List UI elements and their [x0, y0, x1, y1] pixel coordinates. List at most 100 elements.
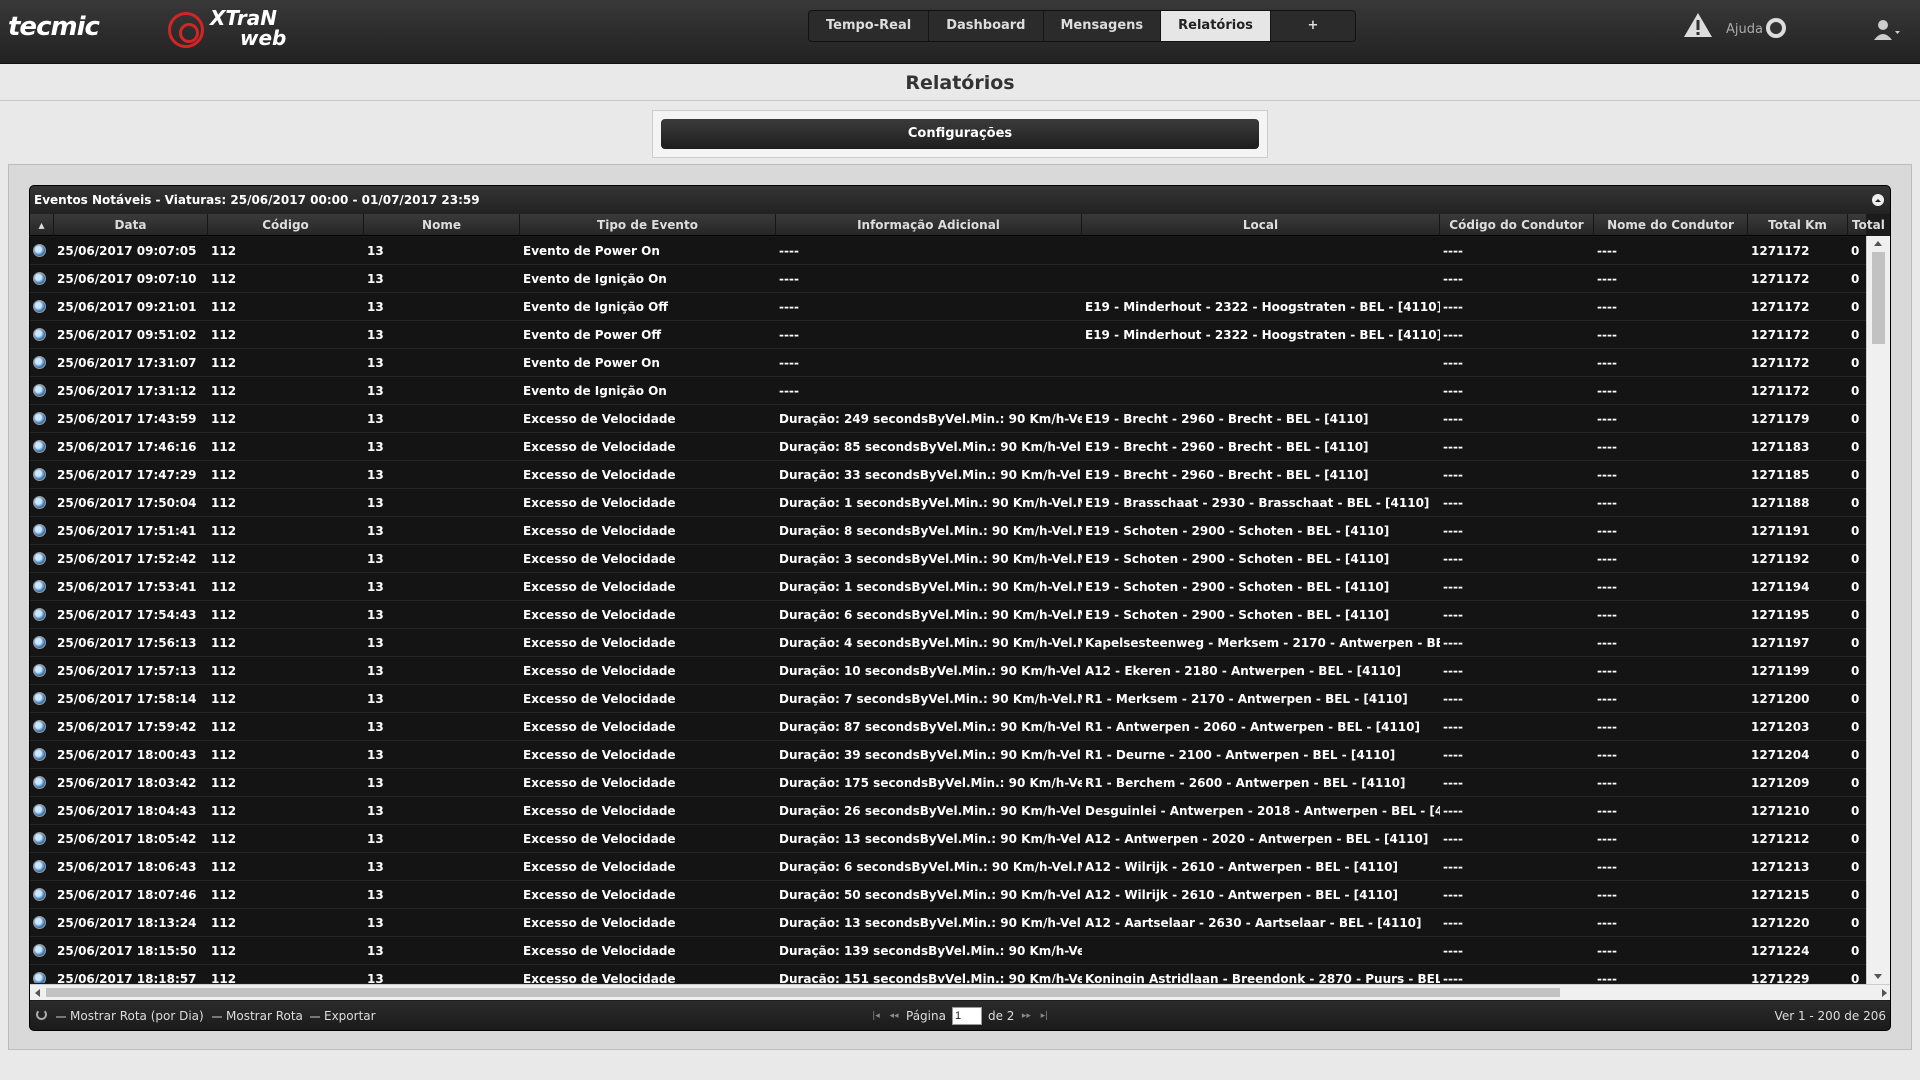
scroll-left-icon[interactable]	[35, 989, 40, 997]
column-header-driver-name[interactable]: Nome do Condutor	[1594, 214, 1748, 236]
magnifier-icon[interactable]	[33, 664, 46, 677]
column-header-code[interactable]: Código	[208, 214, 364, 236]
table-row[interactable]: 25/06/2017 17:43:59 112 13 Excesso de Veloc…	[30, 405, 1866, 433]
table-row[interactable]: 25/06/2017 17:53:41 112 13 Excesso de Veloc…	[30, 573, 1866, 601]
column-header-extra-info[interactable]: Informação Adicional	[776, 214, 1082, 236]
magnifier-icon[interactable]	[33, 860, 46, 873]
magnifier-icon[interactable]	[33, 384, 46, 397]
column-header-name[interactable]: Nome	[364, 214, 520, 236]
cell-event-type: Excesso de Velocidade	[523, 580, 676, 594]
user-menu-icon[interactable]	[1873, 18, 1901, 42]
cell-code: 112	[211, 244, 237, 258]
magnifier-icon[interactable]	[33, 888, 46, 901]
next-page-icon[interactable]: ▸▸	[1020, 1011, 1032, 1021]
prev-page-icon[interactable]: ◂◂	[888, 1011, 900, 1021]
table-row[interactable]: 25/06/2017 18:00:43 112 13 Excesso de Veloc…	[30, 741, 1866, 769]
refresh-icon[interactable]	[36, 1009, 47, 1020]
table-row[interactable]: 25/06/2017 17:31:07 112 13 Evento de Power …	[30, 349, 1866, 377]
magnifier-icon[interactable]	[33, 496, 46, 509]
magnifier-icon[interactable]	[33, 692, 46, 705]
scroll-right-icon[interactable]	[1882, 989, 1887, 997]
column-header-event-type[interactable]: Tipo de Evento	[520, 214, 776, 236]
tab-mensagens[interactable]: Mensagens	[1044, 11, 1162, 41]
magnifier-icon[interactable]	[33, 916, 46, 929]
magnifier-icon[interactable]	[33, 580, 46, 593]
scroll-down-icon[interactable]	[1874, 974, 1882, 979]
scroll-up-icon[interactable]	[1874, 241, 1882, 246]
column-header-total-km[interactable]: Total Km	[1748, 214, 1848, 236]
tab-tempo-real[interactable]: Tempo-Real	[809, 11, 930, 41]
cell-event-type: Excesso de Velocidade	[523, 412, 676, 426]
help-link[interactable]: Ajuda	[1726, 22, 1763, 37]
cell-location: R1 - Deurne - 2100 - Antwerpen - BEL - […	[1085, 748, 1396, 762]
table-row[interactable]: 25/06/2017 17:50:04 112 13 Excesso de Veloc…	[30, 489, 1866, 517]
magnifier-icon[interactable]	[33, 244, 46, 257]
table-row[interactable]: 25/06/2017 17:56:13 112 13 Excesso de Veloc…	[30, 629, 1866, 657]
table-row[interactable]: 25/06/2017 17:51:41 112 13 Excesso de Veloc…	[30, 517, 1866, 545]
export-button[interactable]: Exportar	[310, 1009, 376, 1023]
table-row[interactable]: 25/06/2017 17:46:16 112 13 Excesso de Veloc…	[30, 433, 1866, 461]
magnifier-icon[interactable]	[33, 944, 46, 957]
table-row[interactable]: 25/06/2017 17:57:13 112 13 Excesso de Veloc…	[30, 657, 1866, 685]
magnifier-icon[interactable]	[33, 776, 46, 789]
table-row[interactable]: 25/06/2017 18:15:50 112 13 Excesso de Veloc…	[30, 937, 1866, 965]
table-row[interactable]: 25/06/2017 17:52:42 112 13 Excesso de Veloc…	[30, 545, 1866, 573]
config-button[interactable]: Configurações	[661, 119, 1259, 149]
magnifier-icon[interactable]	[33, 300, 46, 313]
magnifier-icon[interactable]	[33, 272, 46, 285]
cell-name: 13	[367, 272, 384, 286]
magnifier-icon[interactable]	[33, 524, 46, 537]
tab-relatorios[interactable]: Relatórios	[1161, 11, 1271, 41]
column-header-date[interactable]: Data	[54, 214, 208, 236]
magnifier-icon[interactable]	[33, 440, 46, 453]
table-row[interactable]: 25/06/2017 18:04:43 112 13 Excesso de Veloc…	[30, 797, 1866, 825]
table-row[interactable]: 25/06/2017 17:47:29 112 13 Excesso de Veloc…	[30, 461, 1866, 489]
column-header-location[interactable]: Local	[1082, 214, 1440, 236]
page-input[interactable]	[951, 1007, 982, 1025]
magnifier-icon[interactable]	[33, 832, 46, 845]
magnifier-icon[interactable]	[33, 412, 46, 425]
magnifier-icon[interactable]	[33, 356, 46, 369]
magnifier-icon[interactable]	[33, 608, 46, 621]
sort-arrows-icon[interactable]: ▴	[30, 214, 54, 236]
tab-add[interactable]: +	[1271, 11, 1355, 41]
magnifier-icon[interactable]	[33, 328, 46, 341]
hscroll-thumb[interactable]	[46, 988, 1560, 997]
magnifier-icon[interactable]	[33, 804, 46, 817]
column-header-total-m[interactable]: Total M	[1848, 214, 1890, 236]
lifebuoy-icon[interactable]	[1766, 18, 1786, 38]
magnifier-icon[interactable]	[33, 552, 46, 565]
table-row[interactable]: 25/06/2017 18:13:24 112 13 Excesso de Veloc…	[30, 909, 1866, 937]
table-row[interactable]: 25/06/2017 18:07:46 112 13 Excesso de Veloc…	[30, 881, 1866, 909]
table-row[interactable]: 25/06/2017 09:51:02 112 13 Evento de Power …	[30, 321, 1866, 349]
table-row[interactable]: 25/06/2017 09:21:01 112 13 Evento de Igniçã…	[30, 293, 1866, 321]
tab-dashboard[interactable]: Dashboard	[929, 11, 1044, 41]
magnifier-icon[interactable]	[33, 720, 46, 733]
scroll-thumb[interactable]	[1872, 252, 1885, 344]
show-route-button[interactable]: Mostrar Rota	[212, 1009, 303, 1023]
magnifier-icon[interactable]	[33, 972, 46, 983]
show-route-by-day-button[interactable]: Mostrar Rota (por Dia)	[56, 1009, 204, 1023]
table-row[interactable]: 25/06/2017 17:54:43 112 13 Excesso de Veloc…	[30, 601, 1866, 629]
column-header-driver-code[interactable]: Código do Condutor	[1440, 214, 1594, 236]
table-row[interactable]: 25/06/2017 18:05:42 112 13 Excesso de Veloc…	[30, 825, 1866, 853]
table-row[interactable]: 25/06/2017 17:59:42 112 13 Excesso de Veloc…	[30, 713, 1866, 741]
table-row[interactable]: 25/06/2017 18:06:43 112 13 Excesso de Veloc…	[30, 853, 1866, 881]
table-row[interactable]: 25/06/2017 09:07:10 112 13 Evento de Igniçã…	[30, 265, 1866, 293]
last-page-icon[interactable]: ▸|	[1038, 1011, 1050, 1021]
collapse-icon[interactable]	[1872, 194, 1884, 206]
vertical-scrollbar[interactable]	[1866, 236, 1890, 984]
horizontal-scrollbar[interactable]	[30, 984, 1890, 1000]
table-row[interactable]: 25/06/2017 17:31:12 112 13 Evento de Igniçã…	[30, 377, 1866, 405]
cell-driver-code: ----	[1443, 748, 1463, 762]
table-row[interactable]: 25/06/2017 09:07:05 112 13 Evento de Power …	[30, 237, 1866, 265]
magnifier-icon[interactable]	[33, 636, 46, 649]
table-row[interactable]: 25/06/2017 18:18:57 112 13 Excesso de Veloc…	[30, 965, 1866, 983]
table-row[interactable]: 25/06/2017 17:58:14 112 13 Excesso de Veloc…	[30, 685, 1866, 713]
magnifier-icon[interactable]	[33, 748, 46, 761]
row-zoom-cell	[30, 657, 54, 685]
warning-icon[interactable]	[1683, 12, 1713, 38]
first-page-icon[interactable]: |◂	[870, 1011, 882, 1021]
table-row[interactable]: 25/06/2017 18:03:42 112 13 Excesso de Veloc…	[30, 769, 1866, 797]
magnifier-icon[interactable]	[33, 468, 46, 481]
